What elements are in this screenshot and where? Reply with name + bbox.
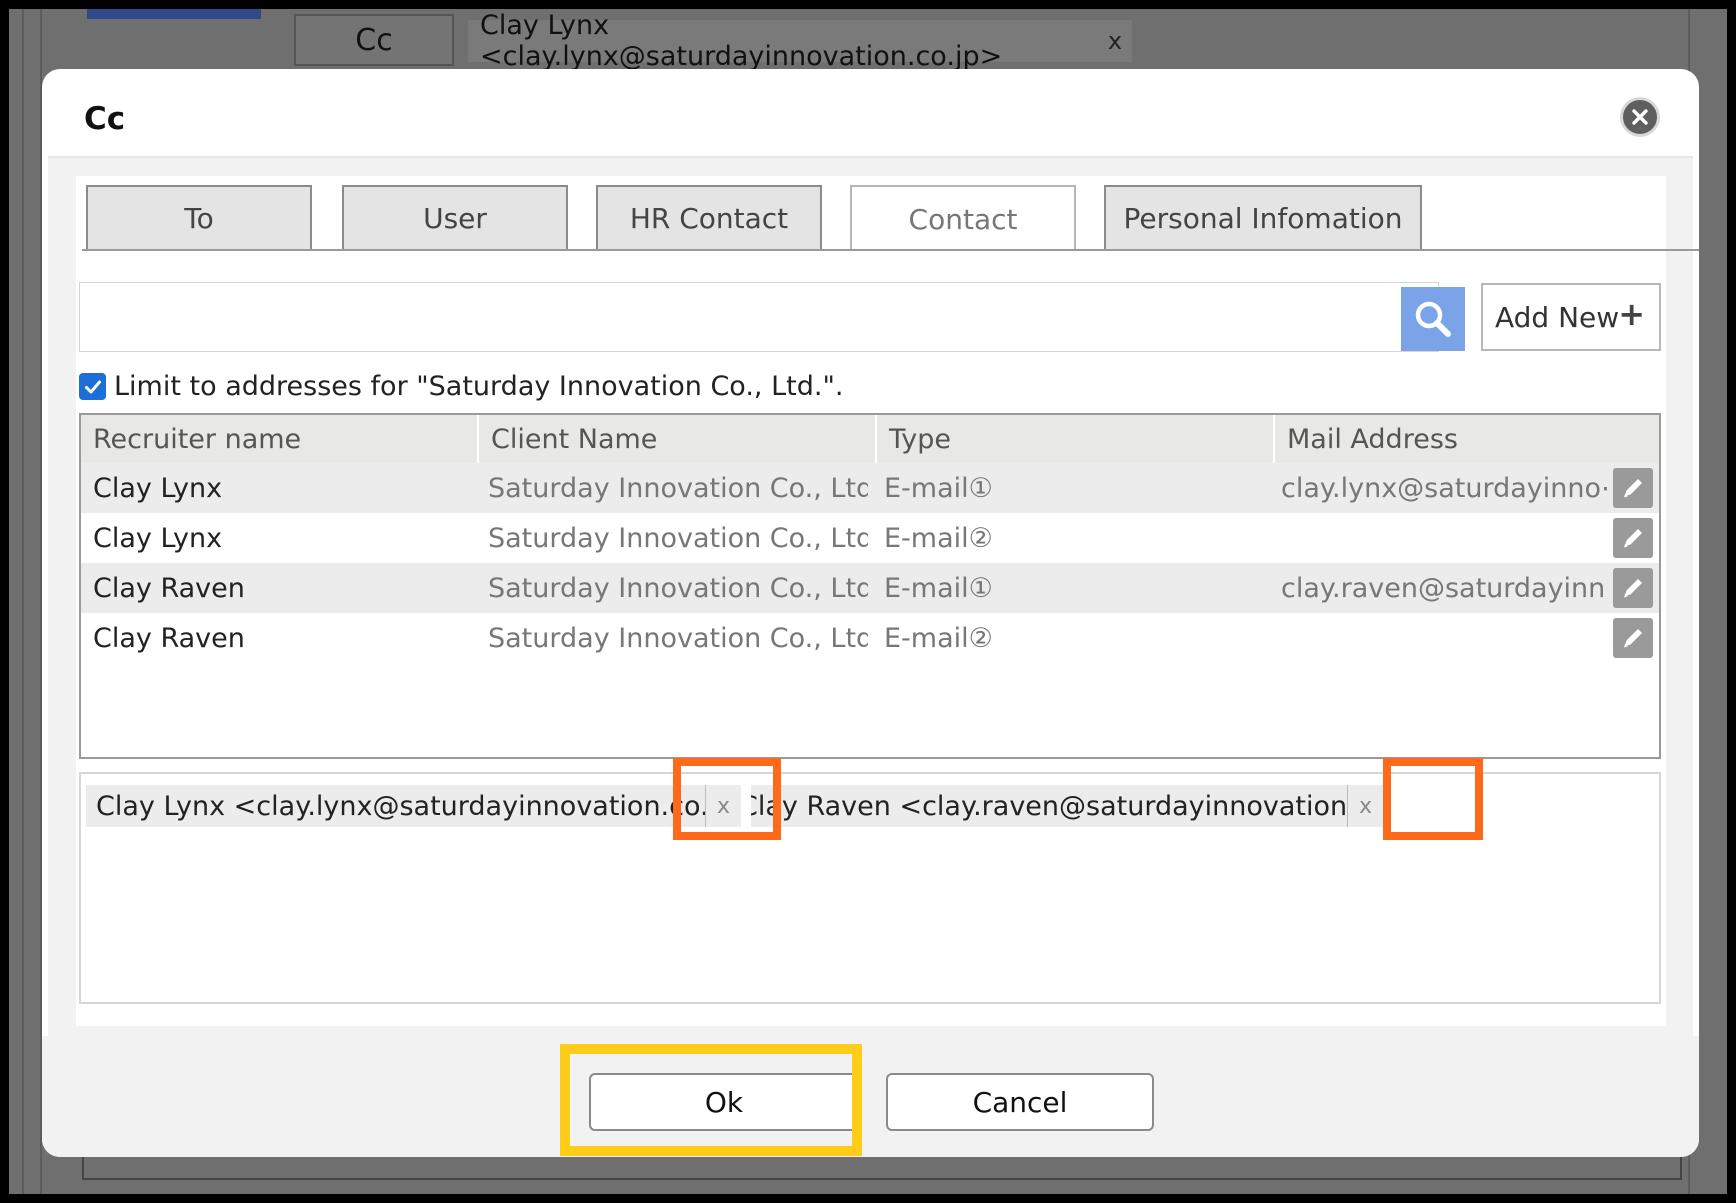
cell-client: Saturday Innovation Co., Ltd. <box>488 472 868 504</box>
search-input[interactable] <box>79 282 1439 352</box>
recipient-chip: Clay Raven <clay.raven@saturdayinnovatio… <box>751 785 1347 827</box>
cell-client: Saturday Innovation Co., Ltd. <box>488 572 868 604</box>
close-icon <box>1632 109 1648 125</box>
close-button[interactable] <box>1620 97 1660 137</box>
cancel-button[interactable]: Cancel <box>886 1073 1154 1131</box>
table-row[interactable]: Clay Raven Saturday Innovation Co., Ltd.… <box>81 613 1659 663</box>
cell-client: Saturday Innovation Co., Ltd. <box>488 522 868 554</box>
limit-option[interactable]: Limit to addresses for "Saturday Innovat… <box>79 371 843 402</box>
backdrop-stripe <box>22 9 24 1194</box>
edit-button[interactable] <box>1613 468 1653 508</box>
add-new-label: Add New <box>1495 300 1620 334</box>
search-icon <box>1415 301 1451 337</box>
table-row[interactable]: Clay Lynx Saturday Innovation Co., Ltd. … <box>81 463 1659 513</box>
cell-mail: clay.raven@saturdayinn⋯ <box>1281 572 1607 604</box>
column-header-mail[interactable]: Mail Address <box>1275 415 1659 463</box>
dialog-title: Cc <box>84 101 126 137</box>
edit-button[interactable] <box>1613 568 1653 608</box>
highlight-ok <box>560 1044 862 1156</box>
table-row[interactable]: Clay Raven Saturday Innovation Co., Ltd.… <box>81 563 1659 613</box>
limit-checkbox[interactable] <box>79 373 106 400</box>
backdrop-chip-remove: x <box>1107 27 1123 55</box>
tab-baseline <box>82 249 1699 251</box>
search-button[interactable] <box>1401 287 1465 351</box>
pencil-icon <box>1624 629 1642 648</box>
column-header-client[interactable]: Client Name <box>479 415 877 463</box>
contacts-table: Recruiter name Client Name Type Mail Add… <box>79 413 1661 759</box>
tab-contact[interactable]: Contact <box>850 185 1076 251</box>
limit-label: Limit to addresses for "Saturday Innovat… <box>114 371 844 402</box>
cell-mail <box>1281 613 1607 663</box>
cell-mail: clay.lynx@saturdayinno⋯ <box>1281 472 1607 504</box>
cc-dialog: Cc To User HR Contact Contact Personal I… <box>42 69 1699 1157</box>
cell-recruiter: Clay Lynx <box>93 522 223 554</box>
cell-client: Saturday Innovation Co., Ltd. <box>488 622 868 654</box>
edit-button[interactable] <box>1613 618 1653 658</box>
pencil-icon <box>1624 529 1642 548</box>
tab-to[interactable]: To <box>86 185 312 249</box>
highlight-remove-second <box>1383 758 1483 840</box>
cell-mail <box>1281 513 1607 563</box>
cell-type: E-mail② <box>884 622 993 654</box>
add-new-button[interactable]: Add New + <box>1481 283 1661 351</box>
recipient-chip: Clay Lynx <clay.lynx@saturdayinnovation.… <box>86 785 706 827</box>
edit-button[interactable] <box>1613 518 1653 558</box>
checkmark-icon <box>84 380 101 393</box>
plus-icon: + <box>1618 295 1645 333</box>
backdrop-header-bar <box>87 9 261 19</box>
column-header-recruiter[interactable]: Recruiter name <box>81 415 479 463</box>
highlight-remove-first <box>673 758 781 840</box>
cell-recruiter: Clay Raven <box>93 622 245 654</box>
remove-recipient-button[interactable]: x <box>1347 785 1383 827</box>
recipient-chip-text: Clay Raven <clay.raven@saturdayinnovatio… <box>751 790 1347 822</box>
tab-user[interactable]: User <box>342 185 568 249</box>
tab-hr-contact[interactable]: HR Contact <box>596 185 822 249</box>
backdrop-cc-label: Cc <box>294 14 454 66</box>
pencil-icon <box>1624 579 1642 598</box>
cell-recruiter: Clay Lynx <box>93 472 223 504</box>
table-row[interactable]: Clay Lynx Saturday Innovation Co., Ltd. … <box>81 513 1659 563</box>
dialog-footer <box>42 1036 1699 1157</box>
backdrop-recipient-chip: Clay Lynx <clay.lynx@saturdayinnovation.… <box>468 10 1132 72</box>
cell-type: E-mail① <box>884 572 993 604</box>
cell-recruiter: Clay Raven <box>93 572 245 604</box>
pencil-icon <box>1624 479 1642 498</box>
tab-personal-information[interactable]: Personal Infomation <box>1104 185 1422 249</box>
cell-type: E-mail② <box>884 522 993 554</box>
cell-type: E-mail① <box>884 472 993 504</box>
column-header-type[interactable]: Type <box>877 415 1275 463</box>
